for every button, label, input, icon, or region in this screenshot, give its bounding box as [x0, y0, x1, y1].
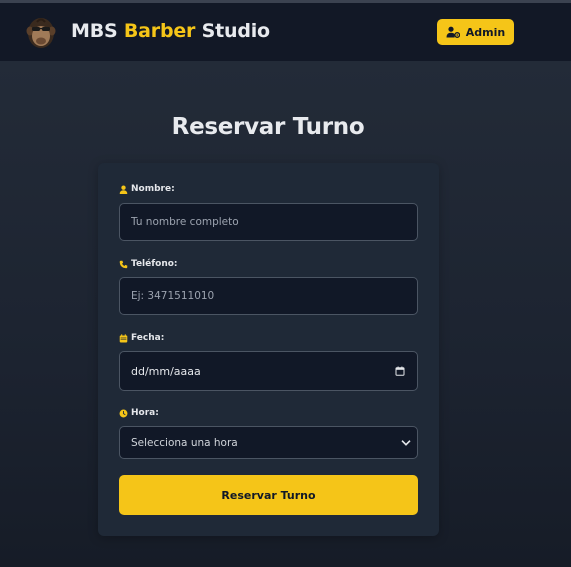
phone-label: Teléfono:: [119, 259, 178, 269]
brand-name-accent: Barber: [123, 20, 196, 42]
reserve-button[interactable]: Reservar Turno: [119, 475, 418, 515]
calendar-icon: [119, 333, 128, 342]
time-select[interactable]: Selecciona una hora: [119, 426, 418, 459]
admin-button[interactable]: Admin: [437, 19, 514, 45]
brand-name-part1: MBS: [71, 20, 124, 42]
navbar: MBS Barber Studio Admin: [0, 3, 571, 61]
chevron-down-icon[interactable]: [401, 439, 411, 446]
reserve-button-label: Reservar Turno: [221, 488, 316, 502]
time-select-value: Selecciona una hora: [131, 436, 238, 449]
brand-title[interactable]: MBS Barber Studio: [71, 20, 270, 42]
phone-icon: [119, 260, 128, 268]
logo-monkey-icon: [26, 14, 56, 50]
phone-input[interactable]: [131, 290, 417, 302]
phone-label-text: Teléfono:: [131, 259, 178, 269]
name-input[interactable]: [131, 216, 417, 228]
brand-name-part2: Studio: [195, 20, 270, 42]
name-label: Nombre:: [119, 184, 175, 194]
time-label: Hora:: [119, 408, 159, 418]
date-label: Fecha:: [119, 333, 164, 343]
user-gear-icon: [446, 26, 460, 38]
page-title: Reservar Turno: [171, 114, 365, 140]
date-label-text: Fecha:: [131, 333, 165, 343]
admin-button-label: Admin: [465, 25, 506, 39]
date-field[interactable]: dd/mm/aaaa: [119, 351, 418, 391]
user-icon: [119, 185, 128, 194]
name-field[interactable]: [119, 203, 418, 241]
time-label-text: Hora:: [131, 408, 159, 418]
phone-field[interactable]: [119, 277, 418, 315]
date-input-value[interactable]: dd/mm/aaaa: [131, 365, 201, 378]
clock-icon: [119, 409, 128, 417]
name-label-text: Nombre:: [131, 184, 175, 194]
calendar-picker-icon[interactable]: [395, 366, 405, 376]
